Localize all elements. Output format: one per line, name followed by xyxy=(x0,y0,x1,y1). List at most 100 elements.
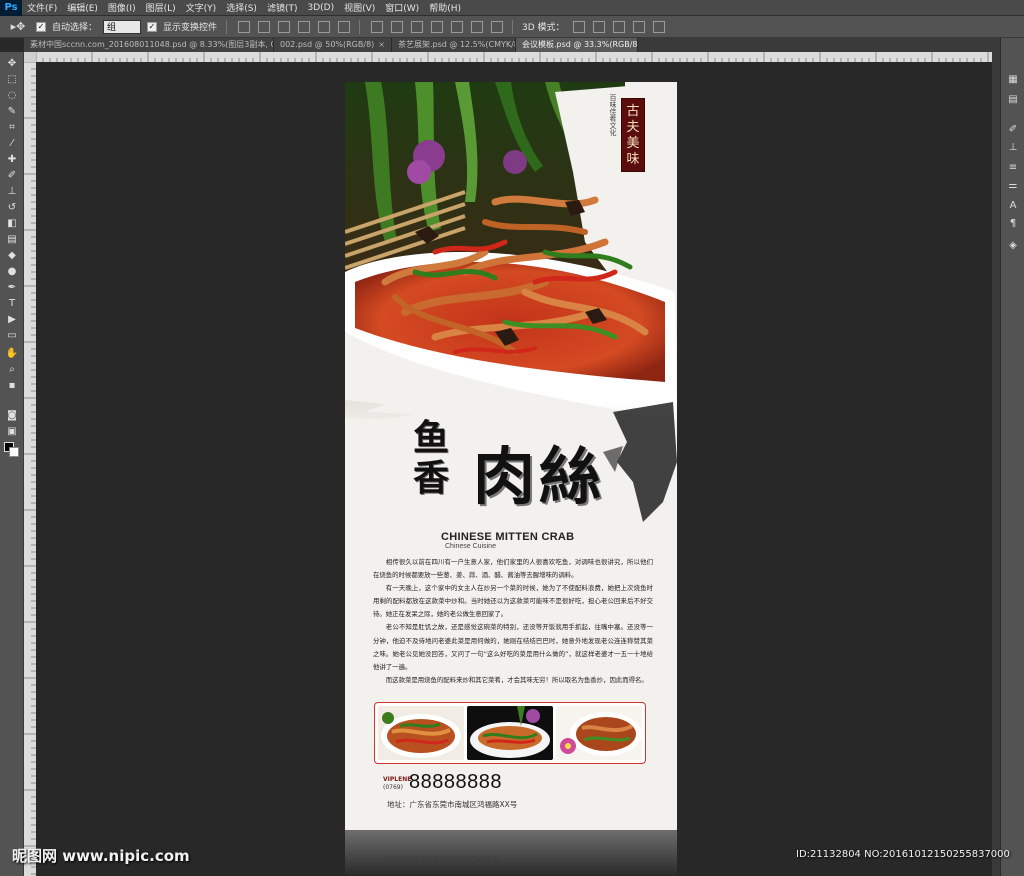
paragraph: 而这款菜是用烧鱼的配料来炒和其它菜肴，才会其味无穷！所以取名为鱼香炒，因此而得名… xyxy=(385,675,648,684)
tab-document-4[interactable]: 会议模板.psd @ 33.3%(RGB/8) *× xyxy=(516,38,638,52)
menu-type[interactable]: 文字(Y) xyxy=(181,1,222,14)
3d-slide-icon[interactable] xyxy=(632,20,645,33)
tab-document-3[interactable]: 茶艺展架.psd @ 12.5%(CMYK/8)× xyxy=(392,38,516,52)
align-hcenter-icon[interactable] xyxy=(318,20,331,33)
default-colors-icon[interactable]: ▪ xyxy=(5,380,19,392)
shape-tool-icon[interactable]: ▭ xyxy=(5,330,19,342)
character-panel-icon[interactable]: A xyxy=(1007,200,1019,212)
distribute-vcenter-icon[interactable] xyxy=(391,20,404,33)
3d-rotate-icon[interactable] xyxy=(572,20,585,33)
move-tool-preset-icon[interactable]: ▸✥ xyxy=(6,19,30,35)
tab-label: 茶艺展架.psd @ 12.5%(CMYK/8) xyxy=(398,40,516,49)
screen-mode-icon[interactable]: ▣ xyxy=(5,426,19,438)
pen-tool-icon[interactable]: ✒ xyxy=(5,282,19,294)
close-icon[interactable]: × xyxy=(378,40,385,49)
paragraph-panel-icon[interactable]: ¶ xyxy=(1007,218,1019,230)
lasso-tool-icon[interactable]: ◌ xyxy=(5,90,19,102)
phone-number: 88888888 xyxy=(409,771,502,793)
panel-collapse-strip[interactable] xyxy=(992,38,1000,876)
auto-select-checkbox[interactable]: ✓ xyxy=(36,21,46,32)
history-brush-icon[interactable]: ↺ xyxy=(5,202,19,214)
menu-window[interactable]: 窗口(W) xyxy=(380,1,424,14)
distribute-left-icon[interactable] xyxy=(431,20,444,33)
separator xyxy=(512,19,514,34)
auto-align-icon[interactable] xyxy=(491,20,504,33)
menu-layer[interactable]: 图层(L) xyxy=(141,1,181,14)
menu-3d[interactable]: 3D(D) xyxy=(302,3,339,13)
path-select-tool-icon[interactable]: ▶ xyxy=(5,314,19,326)
3d-pan-icon[interactable] xyxy=(612,20,625,33)
horizontal-ruler[interactable] xyxy=(36,52,992,62)
align-bottom-icon[interactable] xyxy=(278,20,291,33)
crop-tool-icon[interactable]: ⌗ xyxy=(5,122,19,134)
english-title: CHINESE MITTEN CRAB xyxy=(441,531,575,543)
ink-splash xyxy=(603,402,677,522)
3d-panel-icon[interactable]: ◈ xyxy=(1007,240,1019,252)
3d-mode-label: 3D 模式： xyxy=(522,23,565,33)
address: 地址：广东省东莞市南城区鸿福路XX号 xyxy=(387,800,518,809)
quick-select-tool-icon[interactable]: ✎ xyxy=(5,106,19,118)
eyedropper-tool-icon[interactable]: ⁄ xyxy=(5,138,19,150)
menu-help[interactable]: 帮助(H) xyxy=(424,1,466,14)
brush-panel-icon[interactable]: ✐ xyxy=(1007,124,1019,136)
brush-tool-icon[interactable]: ✐ xyxy=(5,170,19,182)
vertical-caption: 百味佳肴文化 xyxy=(609,94,617,136)
align-vcenter-icon[interactable] xyxy=(258,20,271,33)
english-subtitle: Chinese Cuisine xyxy=(445,543,496,550)
auto-select-dropdown[interactable]: 组 xyxy=(103,19,142,34)
reflection-text: 而这款菜是用烧鱼的配料来炒 xyxy=(385,854,503,864)
gradient-tool-icon[interactable]: ▤ xyxy=(5,234,19,246)
distribute-right-icon[interactable] xyxy=(471,20,484,33)
seal-text: 古夫美味 xyxy=(626,104,640,167)
vertical-ruler[interactable] xyxy=(24,62,36,876)
background-color-swatch[interactable] xyxy=(9,447,19,457)
stamp-tool-icon[interactable]: ⊥ xyxy=(5,186,19,198)
seal-stamp: 古夫美味 xyxy=(621,98,645,172)
poster-document[interactable]: 百味佳肴文化 古夫美味 鱼香 肉絲 CHINESE MITTEN CRAB Ch… xyxy=(345,82,677,830)
dodge-tool-icon[interactable]: ● xyxy=(5,266,19,278)
marquee-tool-icon[interactable]: ⬚ xyxy=(5,74,19,86)
adjustments-panel-icon[interactable]: ≡ xyxy=(1007,162,1019,174)
nipic-watermark: 昵图网 www.nipic.com xyxy=(12,847,190,865)
tools-panel: ✥ ⬚ ◌ ✎ ⌗ ⁄ ✚ ✐ ⊥ ↺ ◧ ▤ ◆ ● ✒ T ▶ ▭ ✋ ⌕ … xyxy=(0,52,24,876)
align-right-icon[interactable] xyxy=(338,20,351,33)
distribute-hcenter-icon[interactable] xyxy=(451,20,464,33)
type-tool-icon[interactable]: T xyxy=(5,298,19,310)
separator xyxy=(226,19,228,34)
move-tool-icon[interactable]: ✥ xyxy=(5,58,19,70)
align-top-icon[interactable] xyxy=(238,20,251,33)
properties-panel-icon[interactable]: ▤ xyxy=(1007,94,1019,106)
3d-roll-icon[interactable] xyxy=(592,20,605,33)
distribute-bottom-icon[interactable] xyxy=(411,20,424,33)
right-panel-dock: ▦ ▤ ✐ ⊥ ≡ ⚌ A ¶ ◈ xyxy=(1000,38,1024,876)
options-bar: ▸✥ ✓ 自动选择： 组 ✓ 显示变换控件 3D 模式： xyxy=(0,16,1024,38)
menu-edit[interactable]: 编辑(E) xyxy=(62,1,103,14)
eraser-tool-icon[interactable]: ◧ xyxy=(5,218,19,230)
ruler-origin[interactable] xyxy=(24,52,36,62)
layers-panel-icon[interactable]: ⚌ xyxy=(1007,180,1019,192)
menu-image[interactable]: 图像(I) xyxy=(103,1,141,14)
tab-document-1[interactable]: 素材中国sccnn.com_2016080110​48.psd @ 8.33%(… xyxy=(24,38,274,52)
menu-select[interactable]: 选择(S) xyxy=(221,1,262,14)
menu-file[interactable]: 文件(F) xyxy=(22,1,62,14)
blur-tool-icon[interactable]: ◆ xyxy=(5,250,19,262)
align-left-icon[interactable] xyxy=(298,20,311,33)
menu-view[interactable]: 视图(V) xyxy=(339,1,380,14)
paragraph: 相传很久以前在四川有一户生意人家，他们家里的人很喜欢吃鱼，对调味也很讲究，所以他… xyxy=(373,558,653,580)
show-transform-checkbox[interactable]: ✓ xyxy=(147,21,158,32)
story-text: 相传很久以前在四川有一户生意人家，他们家里的人很喜欢吃鱼，对调味也很讲究，所以他… xyxy=(373,556,653,687)
zoom-tool-icon[interactable]: ⌕ xyxy=(5,364,19,376)
quick-mask-icon[interactable]: ◙ xyxy=(5,410,19,422)
history-panel-icon[interactable]: ▦ xyxy=(1007,74,1019,86)
3d-scale-icon[interactable] xyxy=(652,20,665,33)
clone-source-icon[interactable]: ⊥ xyxy=(1007,142,1019,154)
healing-tool-icon[interactable]: ✚ xyxy=(5,154,19,166)
separator xyxy=(359,19,361,34)
tab-document-2[interactable]: 002.psd @ 50%(RGB/8) × xyxy=(274,38,392,52)
hand-tool-icon[interactable]: ✋ xyxy=(5,348,19,360)
menu-bar: Ps 文件(F) 编辑(E) 图像(I) 图层(L) 文字(Y) 选择(S) 滤… xyxy=(0,0,1024,16)
paragraph: 有一天晚上，这个家中的女主人在炒另一个菜的时候，她为了不使配料浪费，她把上次烧鱼… xyxy=(373,584,653,619)
photoshop-logo[interactable]: Ps xyxy=(0,0,22,16)
distribute-top-icon[interactable] xyxy=(371,20,384,33)
menu-filter[interactable]: 滤镜(T) xyxy=(262,1,303,14)
